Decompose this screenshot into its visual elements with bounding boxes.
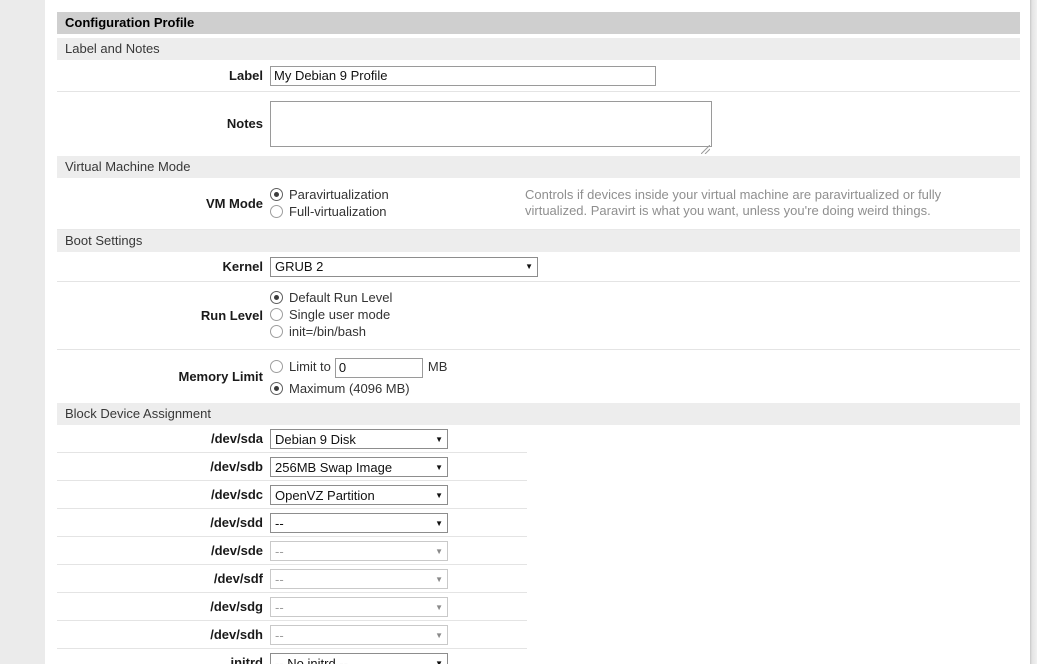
maximum-memory-radio-label: Maximum (4096 MB) <box>289 381 410 396</box>
device-label: /dev/sdb <box>57 453 263 480</box>
device-label: /dev/sdd <box>57 509 263 536</box>
full-virtualization-radio-label: Full-virtualization <box>289 204 387 219</box>
notes-textarea[interactable] <box>270 101 712 147</box>
block-device-row: /dev/sdf -- ▼ <box>57 565 527 593</box>
device-label: initrd <box>57 649 263 664</box>
device-label: /dev/sdg <box>57 593 263 620</box>
label-field-label: Label <box>57 68 263 83</box>
device-select[interactable]: -- ▼ <box>270 597 448 617</box>
section-header-vm-mode: Virtual Machine Mode <box>57 156 1020 178</box>
notes-field-label: Notes <box>57 92 263 156</box>
memory-limit-input[interactable] <box>335 358 423 378</box>
chevron-down-icon: ▼ <box>435 631 445 640</box>
device-select[interactable]: -- ▼ <box>270 569 448 589</box>
vm-mode-label: VM Mode <box>57 196 263 211</box>
block-device-row: /dev/sdg -- ▼ <box>57 593 527 621</box>
default-run-level-radio-label: Default Run Level <box>289 290 392 305</box>
init-bin-bash-radio[interactable] <box>270 325 283 338</box>
chevron-down-icon: ▼ <box>435 603 445 612</box>
run-level-row: Run Level Default Run Level Single user … <box>57 282 1020 350</box>
block-device-row: initrd -- No initrd -- ▼ <box>57 649 527 664</box>
block-device-row: /dev/sdc OpenVZ Partition ▼ <box>57 481 527 509</box>
init-bin-bash-radio-label: init=/bin/bash <box>289 324 366 339</box>
maximum-memory-radio[interactable] <box>270 382 283 395</box>
block-device-row: /dev/sda Debian 9 Disk ▼ <box>57 425 527 453</box>
device-select[interactable]: -- ▼ <box>270 625 448 645</box>
kernel-label: Kernel <box>57 259 263 274</box>
device-label: /dev/sdh <box>57 621 263 648</box>
vm-mode-row: VM Mode Paravirtualization Full-virtuali… <box>57 178 1020 230</box>
chevron-down-icon: ▼ <box>435 491 445 500</box>
device-label: /dev/sdc <box>57 481 263 508</box>
device-select[interactable]: Debian 9 Disk ▼ <box>270 429 448 449</box>
device-select[interactable]: -- No initrd -- ▼ <box>270 653 448 664</box>
run-level-label: Run Level <box>57 308 263 323</box>
paravirtualization-radio[interactable] <box>270 188 283 201</box>
device-select[interactable]: -- ▼ <box>270 513 448 533</box>
left-margin-strip <box>0 0 45 664</box>
memory-limit-row: Memory Limit Limit to MB Maximum (4096 MB… <box>57 350 1020 403</box>
page-title: Configuration Profile <box>57 12 1020 34</box>
kernel-select-value: GRUB 2 <box>275 259 323 274</box>
block-device-list: /dev/sda Debian 9 Disk ▼ /dev/sdb 256MB … <box>57 425 1020 664</box>
chevron-down-icon: ▼ <box>435 547 445 556</box>
configuration-profile-page: Configuration Profile Label and Notes La… <box>0 0 1037 664</box>
vertical-scrollbar[interactable] <box>1030 0 1037 664</box>
vm-mode-help-text: Controls if devices inside your virtual … <box>525 178 985 229</box>
full-virtualization-radio[interactable] <box>270 205 283 218</box>
default-run-level-radio[interactable] <box>270 291 283 304</box>
memory-limit-label: Memory Limit <box>57 369 263 384</box>
kernel-row: Kernel GRUB 2 ▼ <box>57 252 1020 282</box>
device-select[interactable]: OpenVZ Partition ▼ <box>270 485 448 505</box>
device-label: /dev/sdf <box>57 565 263 592</box>
block-device-row: /dev/sdh -- ▼ <box>57 621 527 649</box>
device-label: /dev/sde <box>57 537 263 564</box>
block-device-row: /dev/sde -- ▼ <box>57 537 527 565</box>
single-user-mode-radio[interactable] <box>270 308 283 321</box>
label-field-row: Label <box>57 60 1020 92</box>
device-label: /dev/sda <box>57 425 263 452</box>
limit-to-radio-label: Limit to <box>289 359 331 374</box>
section-header-label-notes: Label and Notes <box>57 38 1020 60</box>
limit-to-radio[interactable] <box>270 360 283 373</box>
device-select[interactable]: 256MB Swap Image ▼ <box>270 457 448 477</box>
memory-limit-unit: MB <box>428 359 448 374</box>
kernel-select[interactable]: GRUB 2 ▼ <box>270 257 538 277</box>
chevron-down-icon: ▼ <box>435 575 445 584</box>
chevron-down-icon: ▼ <box>435 519 445 528</box>
label-input[interactable] <box>270 66 656 86</box>
single-user-mode-radio-label: Single user mode <box>289 307 390 322</box>
chevron-down-icon: ▼ <box>525 262 535 271</box>
form-content: Configuration Profile Label and Notes La… <box>57 12 1020 664</box>
device-select[interactable]: -- ▼ <box>270 541 448 561</box>
section-header-boot-settings: Boot Settings <box>57 230 1020 252</box>
chevron-down-icon: ▼ <box>435 659 445 664</box>
chevron-down-icon: ▼ <box>435 435 445 444</box>
section-header-block-devices: Block Device Assignment <box>57 403 1020 425</box>
block-device-row: /dev/sdd -- ▼ <box>57 509 527 537</box>
chevron-down-icon: ▼ <box>435 463 445 472</box>
notes-field-row: Notes <box>57 92 1020 156</box>
block-device-row: /dev/sdb 256MB Swap Image ▼ <box>57 453 527 481</box>
paravirtualization-radio-label: Paravirtualization <box>289 187 389 202</box>
